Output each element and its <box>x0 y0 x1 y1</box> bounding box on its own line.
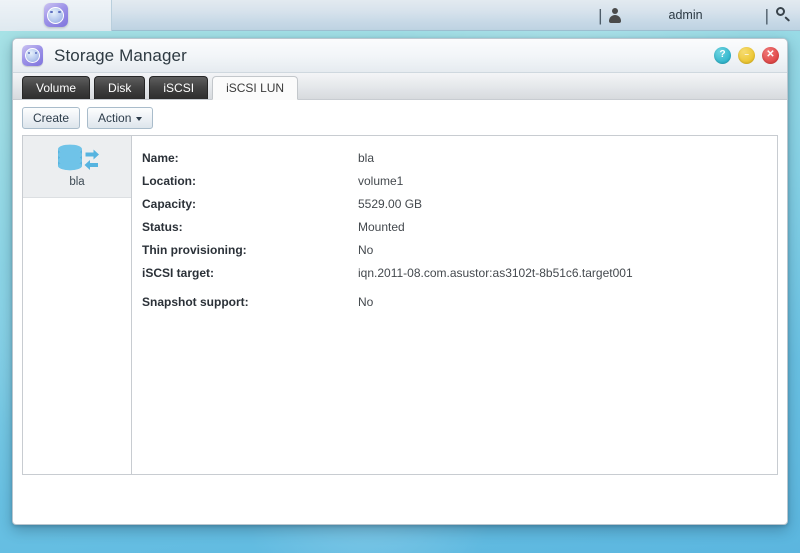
desktop-topbar: | admin | <box>0 0 800 31</box>
detail-row-iscsi-target: iSCSI target: iqn.2011-08.com.asustor:as… <box>142 266 777 289</box>
detail-row-snapshot-support: Snapshot support: No <box>142 295 777 318</box>
detail-value: No <box>358 243 374 257</box>
detail-label: Snapshot support: <box>142 295 249 309</box>
topbar-status-area: | admin | <box>596 0 800 31</box>
detail-row-capacity: Capacity: 5529.00 GB <box>142 197 777 220</box>
detail-row-status: Status: Mounted <box>142 220 777 243</box>
list-item-label: bla <box>69 176 85 188</box>
detail-value: bla <box>358 151 375 165</box>
action-menu-button[interactable]: Action <box>87 106 154 129</box>
lun-list: bla <box>23 136 132 474</box>
detail-value: iqn.2011-08.com.asustor:as3102t-8b51c6.t… <box>358 266 633 280</box>
lun-detail-pane: Name: bla Location: volume1 Capacity: 55… <box>132 136 777 474</box>
window-titlebar[interactable]: Storage Manager ? – ✕ <box>13 39 787 73</box>
iscsi-lun-icon <box>54 141 100 177</box>
list-item[interactable]: bla <box>23 136 131 198</box>
help-icon: ? <box>719 49 726 60</box>
window-controls: ? – ✕ <box>714 47 779 64</box>
detail-value: Mounted <box>358 220 405 234</box>
detail-label: Capacity: <box>142 197 197 211</box>
help-button[interactable]: ? <box>714 47 731 64</box>
tab-iscsi-lun[interactable]: iSCSI LUN <box>212 76 299 100</box>
tab-disk[interactable]: Disk <box>94 76 146 99</box>
detail-row-location: Location: volume1 <box>142 174 777 197</box>
tab-bar: Volume Disk iSCSI iSCSI LUN <box>13 73 787 100</box>
storage-manager-window: Storage Manager ? – ✕ Volume Disk iSCSI … <box>12 38 788 525</box>
detail-value: 5529.00 GB <box>358 197 423 211</box>
username-label[interactable]: admin <box>669 8 703 22</box>
create-button-label: Create <box>33 110 70 125</box>
detail-label: iSCSI target: <box>142 266 215 280</box>
search-icon[interactable] <box>775 7 792 24</box>
detail-label: Status: <box>142 220 183 234</box>
close-icon: ✕ <box>766 49 775 60</box>
detail-row-name: Name: bla <box>142 151 777 174</box>
window-title: Storage Manager <box>54 45 187 65</box>
topbar-separator-right: | <box>764 5 769 25</box>
detail-value: No <box>358 295 374 309</box>
minimize-icon: – <box>744 50 749 59</box>
detail-label: Thin provisioning: <box>142 243 247 257</box>
detail-value: volume1 <box>358 174 404 188</box>
action-button-label: Action <box>98 110 132 125</box>
toolbar: Create Action <box>13 100 787 135</box>
user-icon[interactable] <box>608 7 623 23</box>
detail-label: Location: <box>142 174 196 188</box>
chevron-down-icon <box>136 116 143 121</box>
lun-content-panel: bla Name: bla Location: volume1 Capacity… <box>22 135 778 475</box>
topbar-app-launcher[interactable] <box>0 0 112 31</box>
topbar-separator-left: | <box>598 5 603 25</box>
asustor-logo-icon[interactable] <box>43 3 68 27</box>
tab-iscsi[interactable]: iSCSI <box>149 76 209 99</box>
detail-label: Name: <box>142 151 179 165</box>
window-app-icon <box>22 45 43 66</box>
create-button[interactable]: Create <box>22 106 81 129</box>
tab-volume[interactable]: Volume <box>22 76 91 99</box>
minimize-button[interactable]: – <box>738 47 755 64</box>
close-button[interactable]: ✕ <box>762 47 779 64</box>
detail-row-thin-provisioning: Thin provisioning: No <box>142 243 777 266</box>
